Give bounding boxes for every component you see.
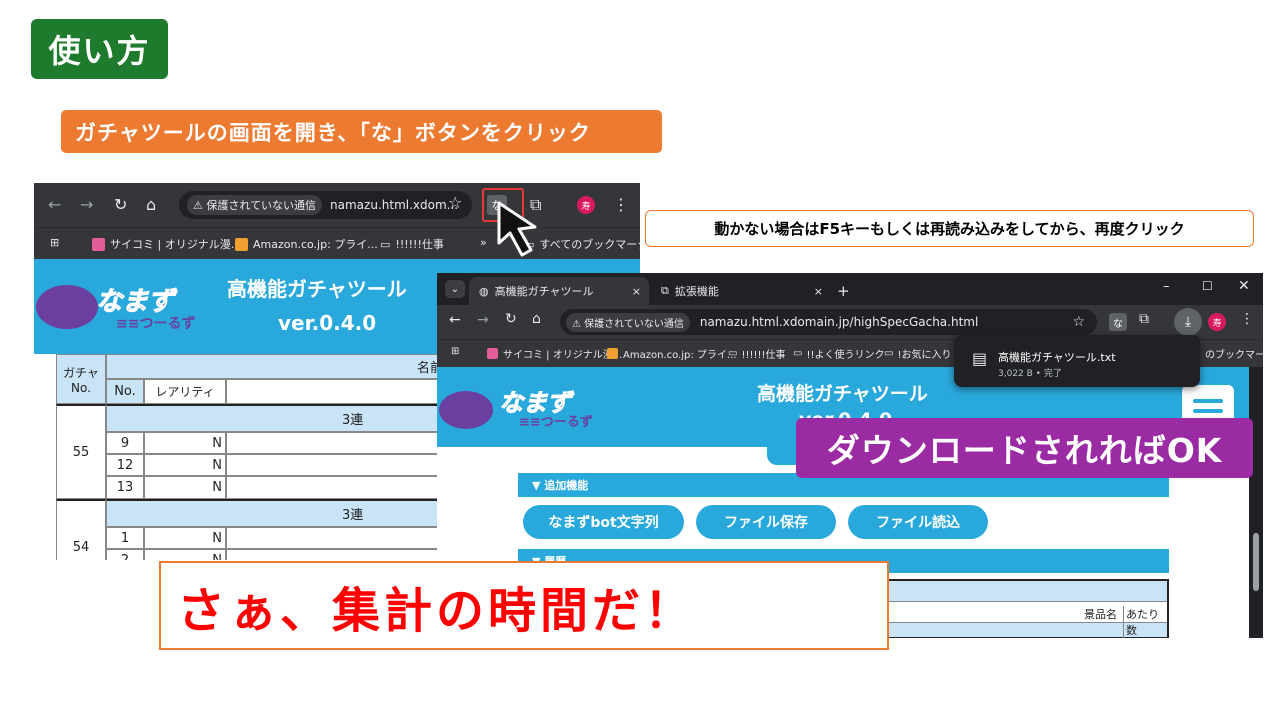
na-extension-button[interactable]: な: [1109, 313, 1127, 331]
bookmark-item[interactable]: サイコミ | オリジナル漫...: [92, 236, 241, 252]
home-icon[interactable]: ⌂: [146, 195, 156, 214]
download-icon[interactable]: ⤓: [1174, 308, 1202, 336]
profile-avatar[interactable]: 寿: [1208, 313, 1226, 331]
star-icon[interactable]: ☆: [448, 193, 462, 212]
browser-toolbar: ← → ↻ ⌂ ⚠ 保護されていない通信 namazu.html.xdomain…: [437, 305, 1263, 339]
tab-gacha-tool[interactable]: ◍ 高機能ガチャツール ×: [469, 277, 649, 305]
apps-grid-icon[interactable]: ⊞: [451, 346, 459, 357]
col-header-prize: 景品名: [1084, 608, 1117, 621]
bookmark-folder[interactable]: ▭ !!!!!!仕事: [728, 346, 786, 361]
bookmark-folder[interactable]: ▭ !!よく使うリンク: [793, 346, 884, 361]
security-chip[interactable]: ⚠ 保護されていない通信: [187, 195, 323, 215]
closing-message: さぁ、集計の時間だ！: [159, 561, 889, 650]
col-header-hits: あたり数: [1123, 606, 1167, 638]
all-bookmarks[interactable]: のブックマーク: [1205, 346, 1263, 361]
bookmarks-overflow[interactable]: »: [480, 236, 487, 249]
forward-arrow-icon[interactable]: →: [80, 195, 93, 214]
app-version: ver.0.4.0: [278, 311, 377, 335]
namazu-bot-button[interactable]: なまずbot文字列: [523, 505, 684, 539]
download-filename[interactable]: 高機能ガチャツール.txt: [998, 349, 1116, 365]
tab-search-icon[interactable]: ⌄: [445, 280, 465, 298]
puzzle-extensions-icon[interactable]: ⧉: [1139, 311, 1149, 327]
download-bubble[interactable]: ▤ 高機能ガチャツール.txt 3,022 B • 完了: [954, 335, 1200, 387]
bookmark-folder[interactable]: ▭ !!!!!!仕事: [380, 236, 444, 252]
gacha-number: 55: [56, 404, 106, 499]
bookmark-item[interactable]: Amazon.co.jp: プライ...: [235, 236, 378, 252]
forward-arrow-icon[interactable]: →: [477, 312, 489, 328]
bookmark-folder[interactable]: ▭ !お気に入り: [884, 346, 951, 361]
gacha-number: 54: [56, 499, 106, 560]
url-text: namazu.html.xdom...: [330, 198, 459, 212]
tab-strip: ⌄ ◍ 高機能ガチャツール × ⧉ 拡張機能 × + – ☐ ✕: [437, 273, 1263, 305]
security-chip[interactable]: ⚠ 保護されていない通信: [566, 312, 690, 332]
maximize-icon[interactable]: ☐: [1202, 279, 1213, 293]
kebab-menu-icon[interactable]: ⋮: [613, 195, 629, 214]
address-bar[interactable]: ⚠ 保護されていない通信 namazu.html.xdom...: [179, 191, 472, 219]
amazon-favicon-icon: [607, 348, 618, 359]
mouse-pointer-icon: [497, 201, 537, 257]
reload-icon[interactable]: ↻: [505, 311, 517, 327]
puzzle-icon: ⧉: [661, 284, 669, 297]
namazu-logo: なまず ≡≡つーるず: [36, 279, 216, 339]
catfish-logo-icon: [439, 391, 493, 429]
catfish-logo-icon: [36, 285, 98, 329]
file-icon: ▤: [972, 349, 988, 368]
folder-icon: ▭: [884, 348, 894, 359]
slide-title: 使い方: [31, 19, 168, 79]
folder-icon: ▭: [793, 348, 803, 359]
table-cell-rarity: N: [144, 432, 226, 454]
col-header-gacha: ガチャ No.: [56, 354, 106, 404]
table-cell-no: 9: [106, 432, 144, 454]
table-cell-no: 2: [106, 549, 144, 560]
table-cell-rarity: N: [144, 454, 226, 476]
browser-toolbar: ← → ↻ ⌂ ⚠ 保護されていない通信 namazu.html.xdom...…: [34, 183, 640, 227]
namazu-logo: なまず ≡≡つーるず: [439, 381, 639, 437]
bookmarks-bar: ⊞ サイコミ | オリジナル漫... Amazon.co.jp: プライ... …: [34, 227, 640, 259]
file-load-button[interactable]: ファイル読込: [848, 505, 988, 539]
bookmark-item[interactable]: Amazon.co.jp: プライ...: [607, 346, 736, 361]
amazon-favicon-icon: [235, 237, 248, 251]
bookmark-item[interactable]: サイコミ | オリジナル漫...: [487, 346, 622, 361]
reload-icon[interactable]: ↻: [114, 195, 127, 214]
table-cell-no: 1: [106, 527, 144, 549]
table-cell-no: 13: [106, 476, 144, 499]
star-icon[interactable]: ☆: [1072, 314, 1085, 330]
scrollbar-thumb[interactable]: [1253, 533, 1259, 591]
table-cell-rarity: N: [144, 527, 226, 549]
file-save-button[interactable]: ファイル保存: [696, 505, 836, 539]
profile-avatar[interactable]: 寿: [577, 196, 595, 214]
table-cell-rarity: N: [144, 476, 226, 499]
minimize-icon[interactable]: –: [1163, 279, 1170, 294]
col-header-no: No.: [106, 379, 144, 404]
step-instruction: ガチャツールの画面を開き、「な」ボタンをクリック: [61, 110, 662, 153]
app-title: 高機能ガチャツール: [757, 383, 928, 405]
kebab-menu-icon[interactable]: ⋮: [1240, 311, 1254, 327]
scrollbar[interactable]: [1249, 367, 1263, 638]
site-favicon-icon: [92, 237, 105, 251]
site-favicon-icon: [487, 348, 498, 359]
retry-note: 動かない場合はF5キーもしくは再読み込みをしてから、再度クリック: [645, 210, 1254, 247]
address-bar[interactable]: ⚠ 保護されていない通信 namazu.html.xdomain.jp/high…: [560, 309, 1097, 335]
new-tab-button[interactable]: +: [837, 277, 850, 305]
url-text: namazu.html.xdomain.jp/highSpecGacha.htm…: [699, 315, 979, 329]
app-title: 高機能ガチャツール: [227, 277, 407, 301]
table-cell-rarity: N: [144, 549, 226, 560]
download-status: 3,022 B • 完了: [998, 369, 1062, 379]
apps-grid-icon[interactable]: ⊞: [50, 236, 59, 249]
tab-extensions[interactable]: ⧉ 拡張機能 ×: [651, 277, 831, 305]
tab-close-icon[interactable]: ×: [632, 285, 641, 298]
back-arrow-icon[interactable]: ←: [449, 312, 461, 328]
folder-icon: ▭: [380, 237, 391, 251]
window-close-icon[interactable]: ✕: [1238, 278, 1250, 294]
globe-icon: ◍: [479, 284, 489, 298]
tab-close-icon[interactable]: ×: [814, 285, 823, 298]
col-header-rarity: レアリティ: [144, 379, 226, 404]
back-arrow-icon[interactable]: ←: [48, 195, 61, 214]
home-icon[interactable]: ⌂: [532, 311, 541, 327]
table-cell-no: 12: [106, 454, 144, 476]
download-ok-label: ダウンロードされればOK: [796, 418, 1253, 478]
folder-icon: ▭: [728, 348, 738, 359]
